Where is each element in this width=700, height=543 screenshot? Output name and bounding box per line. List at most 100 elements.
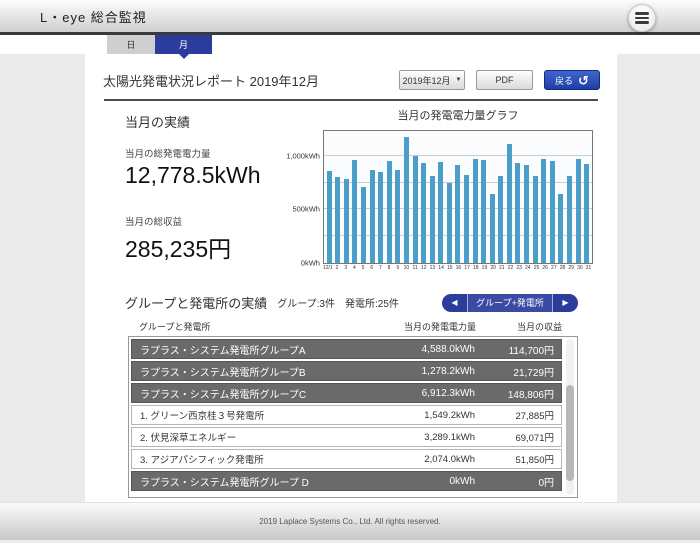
table-rows: ラプラス・システム発電所グループA4,588.0kWh114,700円ラプラス・… [131,339,562,491]
table-scrollbar-thumb[interactable] [566,385,574,481]
chart-xtick-label: 30 [576,265,585,271]
chart-xtick-label: 27 [550,265,559,271]
row-energy: 1,278.2kWh [325,366,475,377]
selector-next-button[interactable]: ▶ [553,294,578,312]
chart-bar [464,175,469,263]
report-card: 太陽光発電状況レポート 2019年12月 2019年12月 ▼ PDF 戻る ↺… [85,54,617,502]
table-header-row: グループと発電所 当月の発電電力量 当月の収益 [128,320,578,333]
chart-bar-slot [531,131,540,263]
chart-bar [481,160,486,263]
back-button[interactable]: 戻る ↺ [544,70,600,90]
chart-bar-slot [479,131,488,263]
group-row[interactable]: ラプラス・システム発電所グループA4,588.0kWh114,700円 [131,339,562,359]
summary-heading: 当月の実績 [125,112,291,131]
row-name: 3. アジアパシフィック発電所 [132,452,325,466]
col-header-revenue: 当月の収益 [476,320,562,333]
results-table: ラプラス・システム発電所グループA4,588.0kWh114,700円ラプラス・… [128,336,578,498]
total-revenue-label: 当月の総収益 [125,214,291,228]
row-energy: 0kWh [325,476,475,487]
chart-bar-slot [445,131,454,263]
group-count: グループ:3件 [277,295,335,310]
group-row[interactable]: ラプラス・システム発電所グループ D0kWh0円 [131,471,562,491]
main-row: 当月の実績 当月の総発電電力量 12,778.5kWh 当月の総収益 285,2… [85,101,617,281]
active-tab-caret [179,54,189,59]
hamburger-icon [635,12,649,15]
row-energy: 4,588.0kWh [325,344,475,355]
chart-bar [430,176,435,263]
menu-button[interactable] [628,4,656,32]
plant-row[interactable]: 1. グリーン西京桂３号発電所1,549.2kWh27,885円 [131,405,562,425]
row-revenue: 21,729円 [475,364,561,379]
chart-bar-slot [539,131,548,263]
chart-xtick-label: 25 [532,265,541,271]
chart-xtick-label: 20 [489,265,498,271]
chart-xtick-label: 26 [541,265,550,271]
row-name: ラプラス・システム発電所グループA [132,342,325,357]
chart-xtick-label: 28 [558,265,567,271]
page-title: 太陽光発電状況レポート 2019年12月 [103,71,319,90]
row-revenue: 69,071円 [475,430,561,444]
table-scrollbar-track[interactable] [566,339,574,495]
month-select[interactable]: 2019年12月 ▼ [399,70,465,90]
col-header-name: グループと発電所 [131,320,326,333]
row-energy: 6,912.3kWh [325,388,475,399]
plant-row[interactable]: 2. 伏見深草エネルギー3,289.1kWh69,071円 [131,427,562,447]
row-revenue: 27,885円 [475,408,561,422]
chart-bar [344,179,349,263]
row-name: 2. 伏見深草エネルギー [132,430,325,444]
chart-title: 当月の発電電力量グラフ [323,107,593,123]
chart-xtick-label: 9 [393,265,402,271]
chart-bar [558,194,563,263]
hamburger-icon [635,21,649,24]
chart-bar [498,176,503,263]
chart-xtick-label: 19 [480,265,489,271]
chart-bar [335,177,340,263]
chart-bar-slot [325,131,334,263]
chart-bar [361,187,366,263]
group-row[interactable]: ラプラス・システム発電所グループB1,278.2kWh21,729円 [131,361,562,381]
selector-prev-button[interactable]: ◀ [442,294,467,312]
tab-month[interactable]: 月 [155,35,212,54]
chart-bar [352,160,357,263]
chart-xtick-label: 21 [497,265,506,271]
view-selector: ◀ グループ+発電所 ▶ [442,294,578,312]
chart-bar-slot [394,131,403,263]
row-name: ラプラス・システム発電所グループC [132,386,325,401]
monthly-summary: 当月の実績 当月の総発電電力量 12,778.5kWh 当月の総収益 285,2… [125,101,291,281]
chart-bar-slot [359,131,368,263]
chart-xtick-label: 6 [367,265,376,271]
tab-day[interactable]: 日 [107,35,155,54]
chart-xtick-label: 22 [506,265,515,271]
row-energy: 2,074.0kWh [325,454,475,465]
pdf-button[interactable]: PDF [476,70,533,90]
chart-xtick-label: 2 [333,265,342,271]
chart-bar [584,164,589,263]
chart-xtick-label: 4 [350,265,359,271]
row-revenue: 114,700円 [475,342,561,357]
chart-bar-slot [574,131,583,263]
group-row[interactable]: ラプラス・システム発電所グループC6,912.3kWh148,806円 [131,383,562,403]
chart-bar-slot [488,131,497,263]
copyright-text: 2019 Laplace Systems Co., Ltd. All right… [259,517,440,526]
chart-ytick-label: 0kWh [301,259,320,268]
chart-bar [404,137,409,263]
plant-row[interactable]: 3. アジアパシフィック発電所2,074.0kWh51,850円 [131,449,562,469]
chart-bar-slot [351,131,360,263]
total-revenue-value: 285,235円 [125,230,291,264]
chart-bar-slot [454,131,463,263]
undo-arrow-icon: ↺ [578,74,589,87]
chart-bar-slot [411,131,420,263]
chart-bar [378,172,383,263]
chart-bar-slot [557,131,566,263]
row-energy: 1,549.2kWh [325,410,475,421]
chart-bar [567,176,572,263]
arrow-left-icon: ◀ [451,298,457,307]
chart-bar-slot [385,131,394,263]
col-header-energy: 当月の発電電力量 [326,320,476,333]
chart-bar [524,165,529,263]
chart-bar [533,176,538,263]
app-footer: 2019 Laplace Systems Co., Ltd. All right… [0,502,700,540]
hamburger-icon [635,17,649,20]
chart-bar-slot [436,131,445,263]
total-energy-value: 12,778.5kWh [125,162,291,189]
